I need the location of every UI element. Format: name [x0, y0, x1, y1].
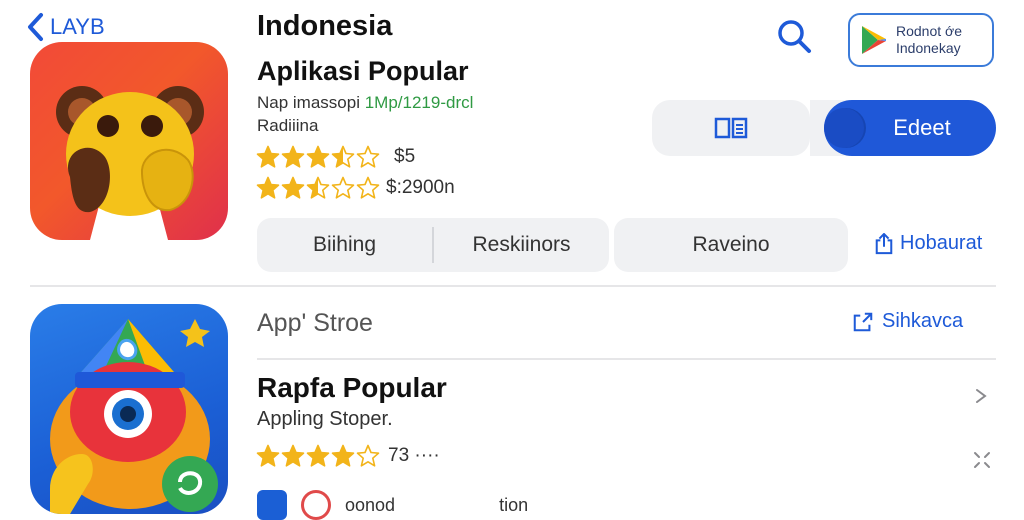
star-icon [331, 176, 355, 199]
star-icon [281, 145, 305, 168]
expand-icon[interactable] [972, 450, 992, 470]
star-icon [256, 444, 280, 467]
subline-prefix: Nap imassopi [257, 93, 365, 112]
segmented-tabs: Biihing Reskiinors [257, 218, 609, 272]
share-link-1[interactable]: Hobaurat [874, 232, 982, 255]
section-title: Aplikasi Popular [257, 56, 469, 86]
tab-2[interactable]: Raveino [614, 218, 848, 272]
mini-ring-icon [301, 490, 331, 520]
button-knob [824, 108, 864, 148]
primary-action-button[interactable]: Edeet [824, 100, 996, 156]
rating-row-2: $:2900n [256, 176, 455, 200]
chevron-left-icon [28, 13, 43, 41]
monkey-illustration [56, 86, 204, 240]
star-rating-1 [256, 145, 380, 169]
rating-row-1: $5 [256, 145, 415, 169]
back-button[interactable]: LAYB [26, 12, 105, 42]
star-icon [281, 444, 305, 467]
bottom-text-1: oonod [345, 494, 396, 515]
divider [257, 358, 996, 360]
tab-1[interactable]: Reskiinors [434, 233, 609, 257]
star-icon [356, 444, 380, 467]
rating-text-2: $:2900n [386, 177, 455, 198]
divider [30, 285, 996, 287]
tab-0[interactable]: Biihing [257, 233, 432, 257]
reader-button[interactable] [652, 100, 810, 156]
app-publisher: Radiiina [257, 116, 319, 135]
bottom-text-2: tion [499, 494, 529, 515]
badge-line1: Rodnot ớe [896, 23, 963, 39]
star-icon [306, 444, 330, 467]
play-store-icon [862, 26, 886, 54]
star-icon [281, 176, 305, 199]
badge-line2: Indonekay [896, 40, 961, 56]
share-icon [875, 232, 893, 254]
star-icon [356, 145, 380, 168]
mini-app-icon[interactable] [257, 490, 287, 520]
share-icon [853, 312, 873, 331]
star-icon [306, 145, 330, 168]
book-icon [714, 117, 748, 139]
share-label-1: Hobaurat [900, 232, 983, 254]
rating-text-3: 73 ···· [388, 445, 440, 466]
star-rating-2 [256, 176, 380, 200]
app-icon-secondary[interactable] [30, 304, 228, 514]
star-icon [331, 145, 355, 168]
store-label: App' Stroe [257, 309, 373, 337]
character-illustration [50, 319, 218, 514]
subline-green: 1Mp/1219-drcl [364, 93, 474, 112]
star-icon [331, 444, 355, 467]
primary-action-label: Edeet [893, 115, 951, 140]
page-title: Indonesia [257, 10, 393, 42]
store-badge[interactable]: Rodnot ớe Indonekay [848, 13, 994, 67]
star-icon [356, 176, 380, 199]
share-label-2: Sihkavca [882, 310, 964, 332]
rating-row-3: 73 ···· [256, 444, 440, 468]
star-icon [256, 176, 280, 199]
search-button[interactable] [774, 16, 814, 56]
back-label: LAYB [50, 14, 105, 39]
section-subtitle-2: Appling Stoper. [257, 408, 393, 430]
share-link-2[interactable]: Sihkavca [852, 310, 963, 333]
search-icon [778, 20, 811, 53]
app-subline: Nap imassopi 1Mp/1219-drcl [257, 93, 473, 113]
star-icon [256, 145, 280, 168]
rating-text-1: $5 [394, 146, 416, 167]
app-icon-primary[interactable] [30, 42, 228, 240]
star-rating-3 [256, 444, 380, 468]
section-title-2: Rapfa Popular [257, 372, 447, 403]
chevron-right-icon[interactable] [972, 386, 992, 406]
bottom-row: oonod tion [257, 490, 528, 520]
star-icon [306, 176, 330, 199]
